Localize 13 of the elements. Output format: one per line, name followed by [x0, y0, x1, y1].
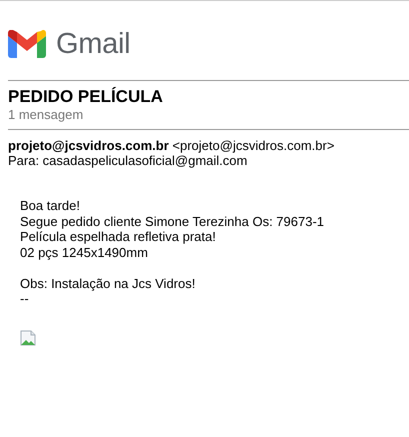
body-text-line: Boa tarde!: [20, 198, 80, 214]
body-text-line: Segue pedido cliente Simone Terezinha Os: 79673-1: [20, 214, 324, 229]
body-text-line: Película espelhada refletiva prata!: [20, 229, 216, 244]
brand-name: Gmail: [56, 28, 130, 60]
gmail-logo-icon: [8, 30, 46, 58]
email-subject: PEDIDO PELÍCULA: [8, 87, 164, 107]
recipient-line: Para: casadaspeliculasoficial@gmail.com: [8, 153, 248, 168]
sender-line: projeto@jcsvidros.com.br <projeto@jcsvidros.com.br>: [8, 138, 336, 153]
body-text-line: --: [20, 291, 29, 306]
body-text-line: Obs: Instalação na Jcs Vidros!: [20, 276, 196, 291]
broken-image-icon: [20, 330, 36, 346]
message-count: 1 mensagem: [8, 107, 84, 122]
body-text-line: 02 pçs 1245x1490mm: [20, 244, 148, 260]
